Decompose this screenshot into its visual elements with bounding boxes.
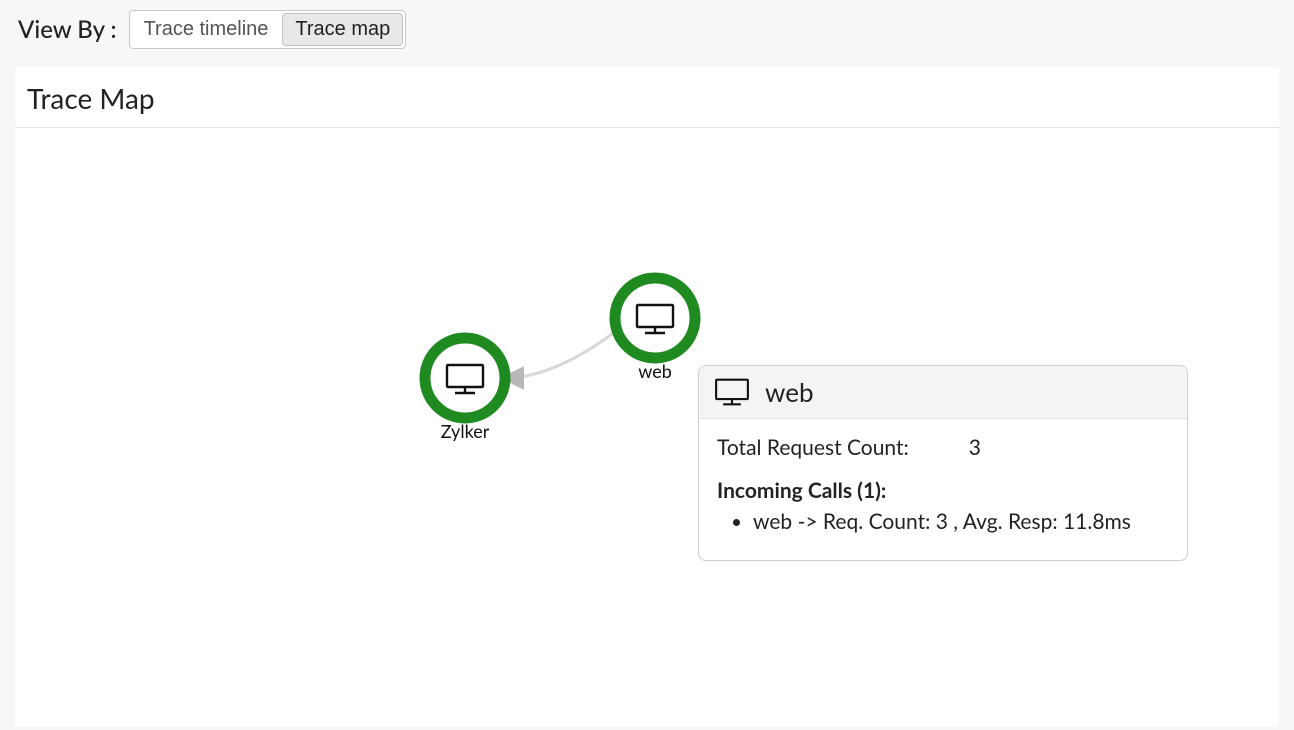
node-zylker[interactable]: Zylker [425,338,505,442]
trace-map-panel: Trace Map Zylker [15,67,1279,727]
popup-title: web [765,376,814,408]
tab-trace-map[interactable]: Trace map [282,13,403,46]
view-by-toggle: Trace timeline Trace map [129,10,407,49]
node-zylker-label: Zylker [441,420,490,442]
edge-web-to-zylker [505,328,620,378]
trace-map-canvas: Zylker web web Total Request C [15,128,1279,698]
monitor-icon [713,377,751,407]
node-web[interactable]: web [615,278,695,382]
total-request-value: 3 [969,435,981,460]
total-request-label: Total Request Count: [717,435,909,460]
view-by-label: View By : [18,15,117,44]
view-by-bar: View By : Trace timeline Trace map [0,0,1294,67]
incoming-call-item: web -> Req. Count: 3 , Avg. Resp: 11.8ms [753,509,1169,534]
popup-body: Total Request Count: 3 Incoming Calls (1… [699,419,1187,560]
page-title: Trace Map [15,67,1279,128]
node-details-popup: web Total Request Count: 3 Incoming Call… [698,365,1188,561]
total-request-row: Total Request Count: 3 [717,435,1169,460]
incoming-calls-heading: Incoming Calls (1): [717,478,1169,503]
incoming-calls-list: web -> Req. Count: 3 , Avg. Resp: 11.8ms [717,509,1169,534]
popup-header: web [699,366,1187,419]
tab-trace-timeline[interactable]: Trace timeline [130,11,283,48]
node-web-label: web [638,360,672,382]
